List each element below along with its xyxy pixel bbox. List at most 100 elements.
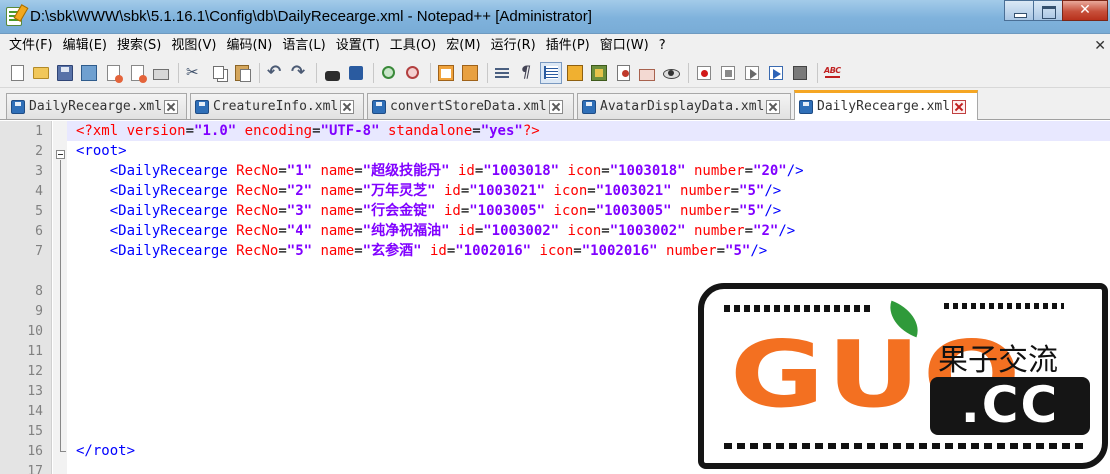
replace-button[interactable] [345,62,367,84]
play-macro-button[interactable] [741,62,763,84]
maximize-button[interactable] [1033,0,1063,21]
eye-icon [663,65,680,81]
attr-name: RecNo [236,183,279,199]
new-file-button[interactable] [6,62,28,84]
line-number: 7 [35,244,43,259]
menu-encoding[interactable]: 编码(N) [221,36,277,56]
spell-check-button[interactable] [822,62,844,84]
code-line-1: <?xml version="1.0" encoding="UTF-8" sta… [67,121,1110,141]
zoom-in-button[interactable] [378,62,400,84]
menu-file[interactable]: 文件(F) [4,36,58,56]
stop-macro-button[interactable] [717,62,739,84]
attr-value: "1002016" [455,243,532,259]
menu-language[interactable]: 语言(L) [277,36,330,56]
toolbar-separator [259,62,260,83]
attr-eq: = [278,183,287,199]
show-all-chars-button[interactable] [516,62,538,84]
line-number: 2 [35,144,43,159]
print-icon [153,69,169,80]
undo-button[interactable] [264,62,286,84]
menu-plugins[interactable]: 插件(P) [541,36,595,56]
close-window-button[interactable] [1062,0,1108,21]
attr-eq: = [354,203,363,219]
word-wrap-button[interactable] [492,62,514,84]
attr-name: number [694,163,745,179]
menu-search[interactable]: 搜索(S) [112,36,166,56]
minimize-button[interactable] [1004,0,1034,21]
run-macro-multiple-button[interactable] [765,62,787,84]
zoom-out-button[interactable] [402,62,424,84]
tab-dailyrecearge-active[interactable]: DailyRecearge.xml [794,90,978,120]
saved-file-icon [799,99,813,114]
attr-eq: = [601,223,610,239]
guo-cc-watermark: GUO 果子交流 .CC [698,283,1108,469]
close-document-icon[interactable]: ✕ [1094,38,1106,54]
tag-end: /> [764,183,782,199]
print-button[interactable] [150,62,172,84]
attr-eq: = [354,163,363,179]
sync-horizontal-button[interactable] [459,62,481,84]
record-macro-button[interactable] [693,62,715,84]
tab-close-icon[interactable] [340,99,355,114]
replace-icon [349,65,363,80]
save-macro-button[interactable] [789,62,811,84]
document-map-button[interactable] [588,62,610,84]
redo-button[interactable] [288,62,310,84]
attr-value: "行会金锭" [362,203,436,219]
line-number: 10 [27,324,43,339]
code-line-2: <root> [76,141,1110,161]
tab-close-icon[interactable] [952,99,967,114]
close-all-button[interactable] [126,62,148,84]
fold-collapse-icon[interactable] [56,150,65,159]
copy-button[interactable] [207,62,229,84]
attr-name: RecNo [236,243,279,259]
menu-tools[interactable]: 工具(O) [385,36,441,56]
watermark-domain: .CC [930,377,1090,435]
menu-run[interactable]: 运行(R) [486,36,541,56]
menu-bar: 文件(F) 编辑(E) 搜索(S) 视图(V) 编码(N) 语言(L) 设置(T… [0,34,1110,58]
cut-button[interactable] [183,62,205,84]
attr-value: "1003021" [469,183,546,199]
find-button[interactable] [321,62,343,84]
menu-window[interactable]: 窗口(W) [595,36,654,56]
tab-convertstoredata[interactable]: convertStoreData.xml [367,93,574,119]
menu-help[interactable]: ? [654,36,671,56]
tab-close-icon[interactable] [164,99,179,114]
line-number: 15 [27,424,43,439]
close-file-button[interactable] [102,62,124,84]
user-language-button[interactable] [564,62,586,84]
paste-button[interactable] [231,62,253,84]
open-file-button[interactable] [30,62,52,84]
save-all-icon [81,64,97,81]
menu-view[interactable]: 视图(V) [166,36,221,56]
attr-name: name [320,243,355,259]
indent-guide-button[interactable] [540,61,562,84]
window-controls [1004,0,1108,22]
save-all-button[interactable] [78,62,100,84]
monitoring-button[interactable] [660,62,682,84]
attr-name: number [694,223,745,239]
menu-settings[interactable]: 设置(T) [331,36,385,56]
attr-value: "1003018" [483,163,560,179]
attr-name: id [443,203,461,219]
tab-avatardisplaydata[interactable]: AvatarDisplayData.xml [577,93,791,119]
fold-end [60,451,66,452]
tab-creatureinfo[interactable]: CreatureInfo.xml [190,93,364,119]
folder-workspace-button[interactable] [636,62,658,84]
menu-macro[interactable]: 宏(M) [441,36,485,56]
attr-name: id [443,183,461,199]
attr-name: id [429,243,447,259]
editor-area[interactable]: 1 2 3 4 5 6 7 8 9 10 11 12 13 14 15 16 1… [0,121,1110,474]
notepadpp-app-icon[interactable] [6,7,22,26]
attr-name: RecNo [236,163,279,179]
watermark-dots [944,303,1064,309]
menu-edit[interactable]: 编辑(E) [58,36,112,56]
sync-vertical-button[interactable] [435,62,457,84]
toolbar-separator [373,62,374,83]
function-list-button[interactable] [612,62,634,84]
tab-close-icon[interactable] [548,99,563,114]
tab-close-icon[interactable] [766,99,781,114]
tab-dailyrecearge-1[interactable]: DailyRecearge.xml [6,93,187,119]
save-button[interactable] [54,62,76,84]
